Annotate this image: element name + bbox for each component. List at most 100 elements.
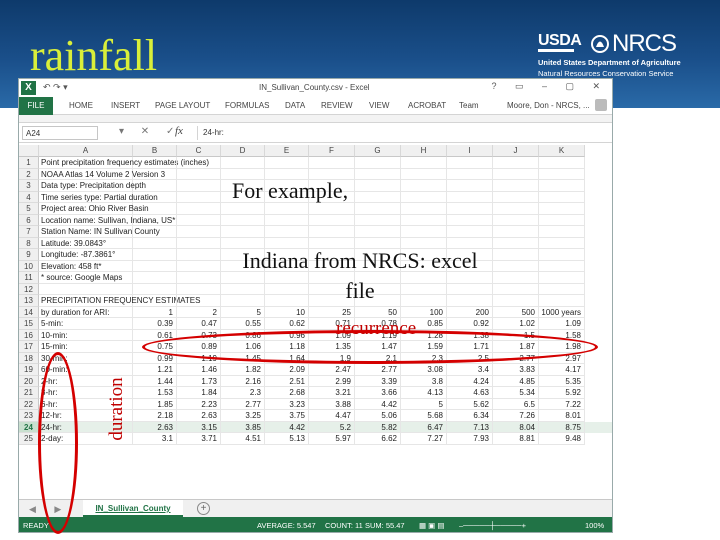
cell-value[interactable]: 5.34 [493, 387, 539, 399]
zoom-slider[interactable]: –─────┼─────+ [459, 521, 526, 530]
cell-value[interactable]: 2.68 [265, 387, 309, 399]
cell-value[interactable]: 5.92 [539, 387, 585, 399]
cell-a[interactable]: PRECIPITATION FREQUENCY ESTIMATES [39, 295, 200, 307]
sheet-row[interactable]: 14 by duration for ARI: 1 2 5 10 25 50 100 200 500… [19, 306, 612, 318]
cell-value[interactable] [447, 168, 493, 180]
cell-value[interactable]: 4.42 [265, 421, 309, 433]
cell-value[interactable]: 2.63 [177, 410, 221, 422]
sheet-row[interactable]: 15 5-min: 0.39 0.47 0.55 0.62 0.71 0.78 0.85 0.92… [19, 318, 612, 330]
cell-value[interactable] [539, 157, 585, 169]
cell-value[interactable]: 10 [265, 306, 309, 318]
cell-value[interactable]: 5.06 [355, 410, 401, 422]
cell-value[interactable]: 7.27 [401, 433, 447, 445]
cell-value[interactable]: 3.66 [355, 387, 401, 399]
column-header-b[interactable]: B [133, 145, 177, 157]
row-header[interactable]: 5 [19, 203, 39, 215]
cell-value[interactable]: 4.42 [355, 398, 401, 410]
cell-a[interactable]: NOAA Atlas 14 Volume 2 Version 3 [39, 168, 165, 180]
cell-value[interactable] [493, 168, 539, 180]
user-account[interactable]: Moore, Don - NRCS, ... [507, 101, 590, 110]
cell-a[interactable]: Longitude: -87.3861° [39, 249, 133, 261]
row-header[interactable]: 10 [19, 260, 39, 272]
cell-value[interactable]: 7.22 [539, 398, 585, 410]
cell-value[interactable]: 7.13 [447, 421, 493, 433]
cell-value[interactable] [447, 157, 493, 169]
ribbon-tab-formulas[interactable]: FORMULAS [225, 101, 269, 110]
cell-value[interactable]: 8.04 [493, 421, 539, 433]
cell-value[interactable]: 2.77 [221, 398, 265, 410]
cell-value[interactable]: 3.83 [493, 364, 539, 376]
cell-value[interactable] [221, 157, 265, 169]
cell-value[interactable] [309, 203, 355, 215]
cell-value[interactable] [133, 180, 177, 192]
cell-value[interactable] [493, 157, 539, 169]
cell-value[interactable] [355, 180, 401, 192]
ribbon-tab-insert[interactable]: INSERT [111, 101, 140, 110]
cell-value[interactable] [177, 283, 221, 295]
cell-value[interactable]: 6.62 [355, 433, 401, 445]
row-header[interactable]: 14 [19, 306, 39, 318]
cell-value[interactable]: 8.75 [539, 421, 585, 433]
cell-value[interactable]: 2.63 [133, 421, 177, 433]
cell-value[interactable]: 3.1 [133, 433, 177, 445]
column-header-h[interactable]: H [401, 145, 447, 157]
sheet-row[interactable]: 6 Location name: Sullivan, Indiana, US* [19, 214, 612, 226]
sheet-row[interactable]: 5 Project area: Ohio River Basin [19, 203, 612, 215]
cell-value[interactable] [447, 191, 493, 203]
ribbon-tab-page-layout[interactable]: PAGE LAYOUT [155, 101, 210, 110]
cell-value[interactable]: 9.48 [539, 433, 585, 445]
cell-value[interactable] [133, 168, 177, 180]
cell-value[interactable] [493, 260, 539, 272]
cell-value[interactable]: 100 [401, 306, 447, 318]
row-header[interactable]: 2 [19, 168, 39, 180]
cell-value[interactable]: 1.82 [221, 364, 265, 376]
row-header[interactable]: 24 [19, 421, 39, 433]
cell-value[interactable]: 5.97 [309, 433, 355, 445]
cell-value[interactable] [401, 191, 447, 203]
cell-value[interactable]: 3.75 [265, 410, 309, 422]
sheet-tab-active[interactable]: IN_Sullivan_County [83, 500, 183, 517]
column-header-i[interactable]: I [447, 145, 493, 157]
insert-function-icon[interactable]: fx [175, 125, 183, 137]
cell-value[interactable]: 5.82 [355, 421, 401, 433]
ribbon-tab-acrobat[interactable]: ACROBAT [408, 101, 446, 110]
cell-value[interactable]: 4.63 [447, 387, 493, 399]
cell-value[interactable]: 1.02 [493, 318, 539, 330]
cell-value[interactable] [133, 272, 177, 284]
cell-value[interactable] [309, 214, 355, 226]
row-header[interactable]: 9 [19, 249, 39, 261]
cell-value[interactable]: 3.85 [221, 421, 265, 433]
cell-value[interactable]: 3.21 [309, 387, 355, 399]
row-header[interactable]: 23 [19, 410, 39, 422]
cell-value[interactable] [309, 157, 355, 169]
cell-value[interactable] [133, 249, 177, 261]
cell-value[interactable]: 50 [355, 306, 401, 318]
cell-a[interactable]: by duration for ARI: [39, 306, 133, 318]
cell-value[interactable]: 5.13 [265, 433, 309, 445]
formula-input[interactable]: 24-hr: [197, 126, 607, 140]
quick-access-toolbar[interactable]: ↶ ↷ ▾ [43, 82, 68, 93]
cell-a[interactable]: Elevation: 458 ft* [39, 260, 133, 272]
cell-value[interactable] [493, 191, 539, 203]
cell-value[interactable] [309, 226, 355, 238]
cell-a[interactable]: Data type: Precipitation depth [39, 180, 146, 192]
cell-value[interactable]: 2.51 [265, 375, 309, 387]
cell-value[interactable]: 2.47 [309, 364, 355, 376]
cell-value[interactable]: 1.44 [133, 375, 177, 387]
cell-value[interactable]: 1.73 [177, 375, 221, 387]
cell-value[interactable]: 5 [401, 398, 447, 410]
cell-value[interactable] [493, 295, 539, 307]
cell-value[interactable] [221, 203, 265, 215]
cell-value[interactable] [355, 168, 401, 180]
row-header[interactable]: 12 [19, 283, 39, 295]
cell-value[interactable] [133, 283, 177, 295]
row-header[interactable]: 7 [19, 226, 39, 238]
ribbon-tab-file[interactable]: FILE [19, 97, 53, 115]
cell-value[interactable] [539, 295, 585, 307]
cell-value[interactable] [539, 283, 585, 295]
cell-value[interactable] [493, 203, 539, 215]
formula-buttons[interactable]: ▾ ✕ ✓ [119, 126, 181, 137]
cell-value[interactable]: 1 [133, 306, 177, 318]
cell-value[interactable]: 2.23 [177, 398, 221, 410]
cell-value[interactable] [539, 180, 585, 192]
